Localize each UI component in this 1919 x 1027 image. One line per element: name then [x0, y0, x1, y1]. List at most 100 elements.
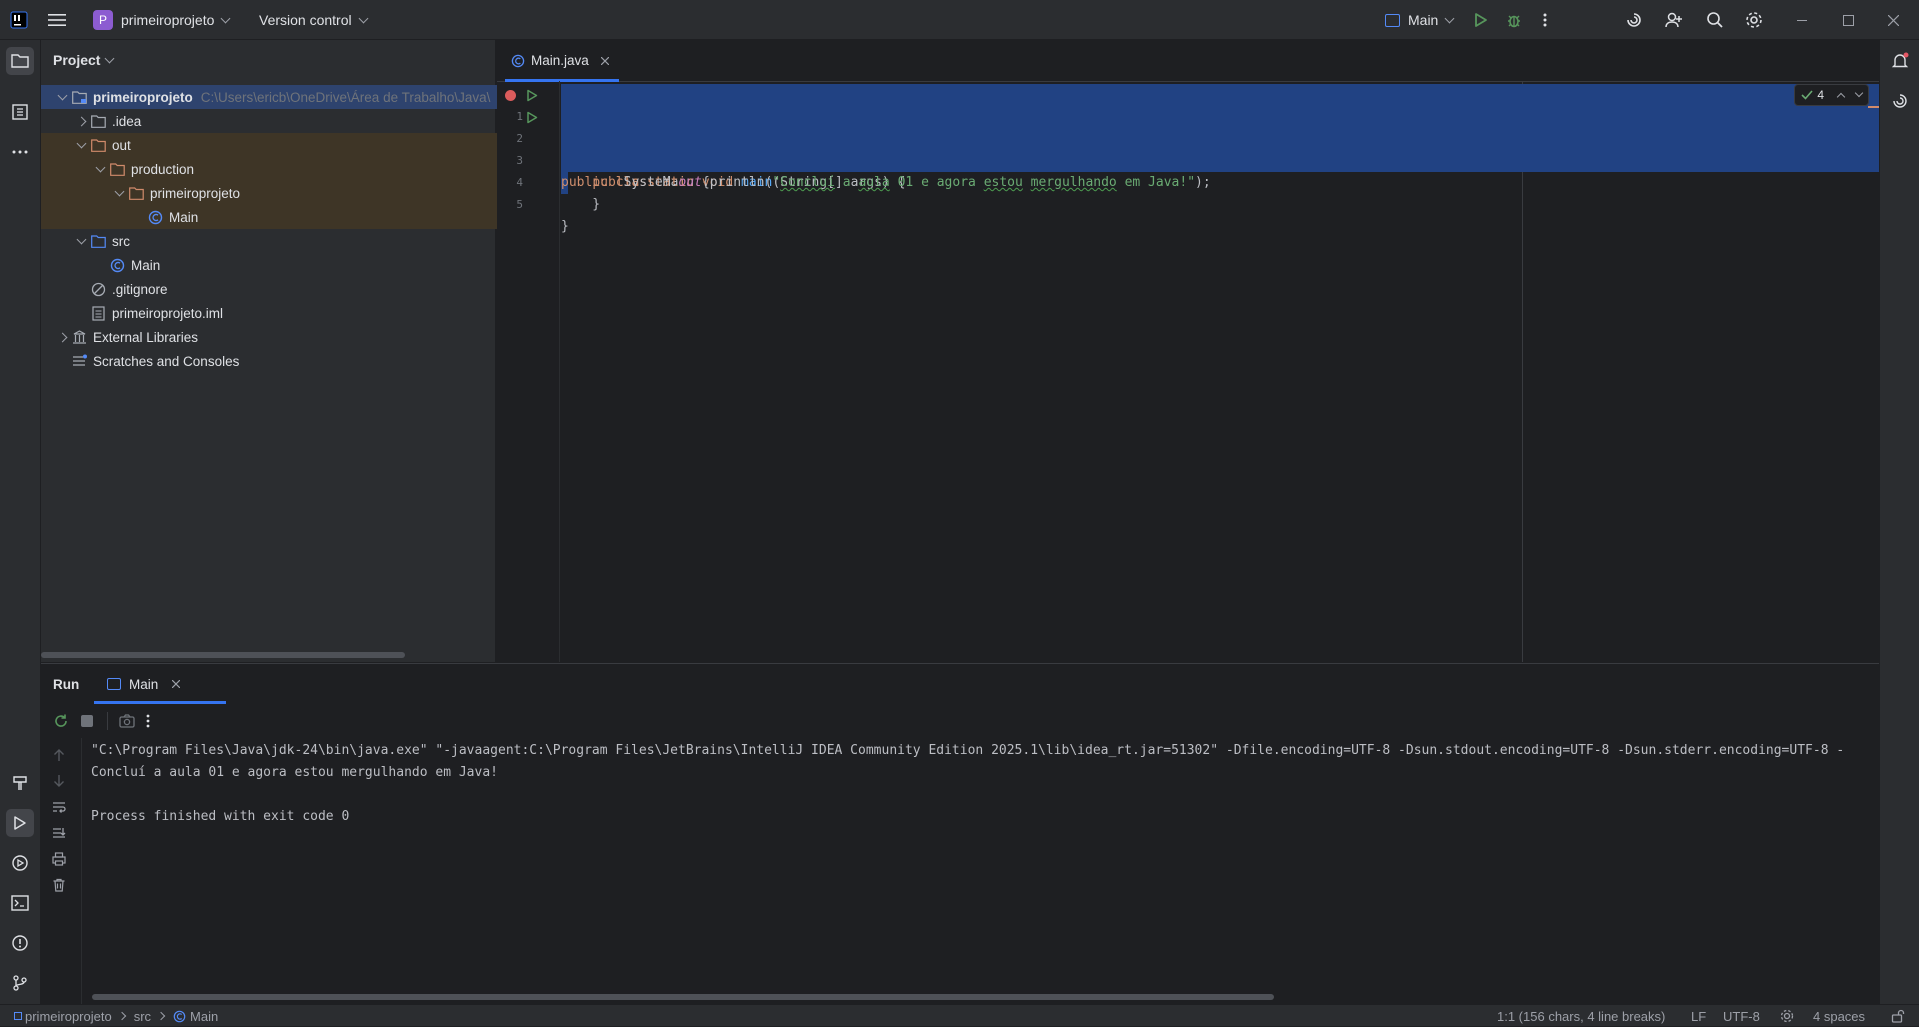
inspections-widget[interactable]: 4: [1794, 84, 1869, 106]
ai-assistant-icon[interactable]: [1625, 0, 1643, 40]
expand-chevron-icon[interactable]: [53, 90, 71, 100]
library-icon: [71, 329, 87, 345]
run-tab-bar: Run Main: [41, 664, 1879, 704]
tree-item-production-primeiroprojeto[interactable]: primeiroprojeto: [41, 181, 565, 205]
module-folder-icon: [71, 89, 87, 105]
tree-item-gitignore[interactable]: .gitignore: [41, 277, 545, 301]
left-tool-strip: [0, 40, 41, 1004]
tab-run-main[interactable]: Main: [107, 664, 181, 704]
ai-chat-button[interactable]: [1886, 87, 1914, 115]
project-panel: Project primeiroprojeto C:\Users\ericb\O…: [41, 40, 602, 662]
expand-chevron-icon[interactable]: [72, 116, 90, 126]
source-folder-icon: [90, 233, 106, 249]
caret-position[interactable]: 1:1 (156 chars, 4 line breaks): [1497, 1005, 1665, 1027]
terminal-tool-button[interactable]: [6, 889, 34, 917]
minimize-icon[interactable]: [1797, 0, 1807, 40]
more-tools-icon[interactable]: [6, 138, 34, 166]
stop-icon[interactable]: [81, 715, 93, 727]
console-horizontal-scrollbar[interactable]: [92, 994, 1274, 1000]
module-icon: [14, 1012, 22, 1020]
camera-icon[interactable]: [119, 714, 135, 731]
debug-button[interactable]: [1506, 0, 1522, 40]
chevron-up-icon[interactable]: [1836, 92, 1846, 101]
arrow-up-icon[interactable]: [52, 748, 66, 765]
soft-wrap-icon[interactable]: [52, 800, 66, 817]
more-actions-icon[interactable]: [1542, 0, 1548, 40]
code-token: }: [561, 219, 569, 234]
tab-main-java[interactable]: Main.java: [505, 40, 615, 81]
run-tool-button[interactable]: [6, 809, 34, 837]
tree-item-out[interactable]: out: [41, 133, 527, 157]
version-control-menu[interactable]: Version control: [259, 0, 369, 40]
add-user-icon[interactable]: [1665, 0, 1683, 40]
project-switcher[interactable]: P primeiroprojeto: [93, 0, 231, 40]
tree-item-label: Scratches and Consoles: [93, 353, 240, 369]
restore-icon[interactable]: [1843, 0, 1854, 40]
tree-item-iml[interactable]: primeiroprojeto.iml: [41, 301, 545, 325]
close-tab-icon[interactable]: [172, 680, 181, 688]
class-icon: [173, 1010, 186, 1023]
notifications-button[interactable]: [1886, 47, 1914, 75]
breadcrumb-src[interactable]: src: [134, 1009, 151, 1024]
tree-item-external-libraries[interactable]: External Libraries: [41, 325, 508, 349]
console-output-line: "C:\Program Files\Java\jdk-24\bin\java.e…: [91, 743, 1845, 758]
tree-item-src-main-class[interactable]: Main: [41, 253, 564, 277]
settings-gear-icon[interactable]: [1745, 0, 1763, 40]
hammer-icon: [13, 776, 27, 790]
more-actions-icon[interactable]: [145, 714, 151, 731]
rerun-icon[interactable]: [53, 713, 69, 732]
file-encoding[interactable]: UTF-8: [1723, 1005, 1760, 1027]
breadcrumb-main[interactable]: Main: [190, 1009, 218, 1024]
chevron-down-icon: [105, 53, 115, 63]
build-tool-button[interactable]: [6, 769, 34, 797]
version-control-label: Version control: [259, 12, 352, 28]
tree-item-src[interactable]: src: [41, 229, 527, 253]
tree-item-production[interactable]: production: [41, 157, 546, 181]
main-menu-icon[interactable]: [48, 0, 66, 40]
excluded-folder-icon: [90, 137, 106, 153]
expand-chevron-icon[interactable]: [110, 186, 128, 196]
chevron-down-icon[interactable]: [1854, 88, 1864, 98]
trash-icon[interactable]: [52, 878, 66, 895]
line-separator[interactable]: LF: [1691, 1005, 1706, 1027]
breakpoint-icon[interactable]: [505, 90, 516, 101]
code-line[interactable]: 2 public static void main(String[] args)…: [497, 106, 1879, 190]
close-window-icon[interactable]: [1888, 0, 1899, 40]
code-line[interactable]: 4 }: [497, 150, 1879, 212]
expand-chevron-icon[interactable]: [72, 234, 90, 244]
project-panel-title: Project: [53, 52, 101, 68]
terminal-icon: [11, 895, 29, 911]
tree-item-scratches[interactable]: Scratches and Consoles: [41, 349, 526, 373]
structure-tool-button[interactable]: [6, 98, 34, 126]
services-tool-button[interactable]: [6, 849, 34, 877]
project-tool-button[interactable]: [6, 47, 34, 75]
git-tool-button[interactable]: [6, 969, 34, 997]
project-horizontal-scrollbar[interactable]: [41, 652, 405, 658]
expand-chevron-icon[interactable]: [53, 332, 71, 342]
indent-setting[interactable]: 4 spaces: [1813, 1005, 1865, 1027]
print-icon[interactable]: [52, 852, 66, 869]
run-button[interactable]: [1473, 0, 1489, 40]
tree-item-idea[interactable]: .idea: [41, 109, 527, 133]
code-line[interactable]: 3 System.out.println("Concluí a aula 01 …: [497, 128, 1879, 190]
search-icon[interactable]: [1706, 0, 1724, 40]
tree-item-project-root[interactable]: primeiroprojeto C:\Users\ericb\OneDrive\…: [41, 85, 508, 109]
code-line[interactable]: 1 public class Main {: [497, 84, 1879, 190]
folder-icon: [90, 113, 106, 129]
close-tab-icon[interactable]: [600, 56, 609, 65]
code-line[interactable]: 5 }: [497, 172, 1879, 234]
tree-item-label: production: [131, 161, 195, 177]
expand-chevron-icon[interactable]: [91, 162, 109, 172]
scroll-to-end-icon[interactable]: [52, 826, 66, 843]
editorconfig-icon[interactable]: [1780, 1005, 1794, 1027]
breadcrumb-project[interactable]: primeiroprojeto: [25, 1009, 112, 1024]
intellij-logo-icon[interactable]: [10, 0, 28, 40]
arrow-down-icon[interactable]: [52, 774, 66, 791]
problems-tool-button[interactable]: [6, 929, 34, 957]
run-config-selector[interactable]: Main: [1385, 0, 1455, 40]
expand-chevron-icon[interactable]: [72, 138, 90, 148]
run-config-icon: [1385, 13, 1400, 27]
project-view-selector[interactable]: Project: [53, 40, 115, 80]
unlock-icon[interactable]: [1891, 1005, 1905, 1027]
tree-item-label: .idea: [112, 113, 142, 129]
